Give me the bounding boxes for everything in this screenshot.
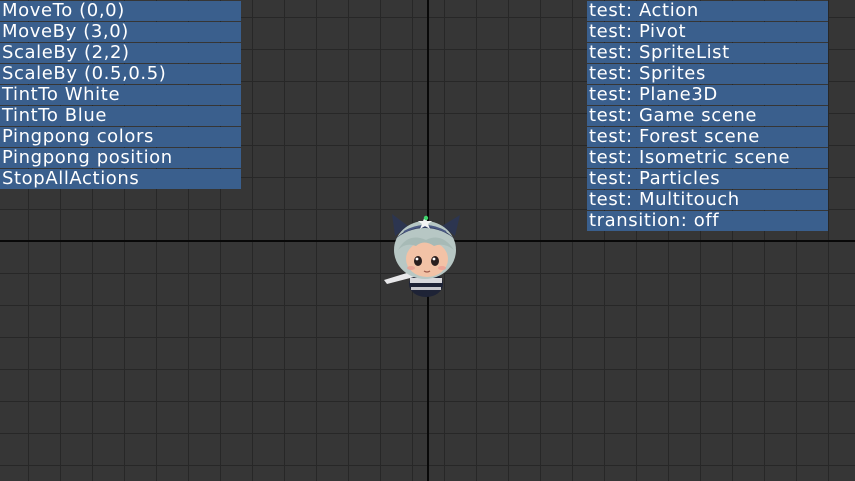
test-pivot-button[interactable]: test: Pivot [587,22,828,42]
tintto-white-button[interactable]: TintTo White [0,85,241,105]
transition-toggle-button[interactable]: transition: off [587,211,828,231]
test-game-scene-button[interactable]: test: Game scene [587,106,828,126]
test-forest-scene-button[interactable]: test: Forest scene [587,127,828,147]
game-canvas[interactable]: MoveTo (0,0) MoveBy (3,0) ScaleBy (2,2) … [0,0,855,481]
action-menu: MoveTo (0,0) MoveBy (3,0) ScaleBy (2,2) … [0,1,241,190]
chibi-character-sprite[interactable] [380,206,470,302]
moveby-button[interactable]: MoveBy (3,0) [0,22,241,42]
test-sprites-button[interactable]: test: Sprites [587,64,828,84]
test-spritelist-button[interactable]: test: SpriteList [587,43,828,63]
test-particles-button[interactable]: test: Particles [587,169,828,189]
pingpong-position-button[interactable]: Pingpong position [0,148,241,168]
tintto-blue-button[interactable]: TintTo Blue [0,106,241,126]
scaleby-down-button[interactable]: ScaleBy (0.5,0.5) [0,64,241,84]
test-plane3d-button[interactable]: test: Plane3D [587,85,828,105]
test-multitouch-button[interactable]: test: Multitouch [587,190,828,210]
scaleby-up-button[interactable]: ScaleBy (2,2) [0,43,241,63]
test-action-button[interactable]: test: Action [587,1,828,21]
stop-all-actions-button[interactable]: StopAllActions [0,169,241,189]
moveto-button[interactable]: MoveTo (0,0) [0,1,241,21]
pingpong-colors-button[interactable]: Pingpong colors [0,127,241,147]
test-scene-menu: test: Action test: Pivot test: SpriteLis… [587,1,828,232]
test-isometric-scene-button[interactable]: test: Isometric scene [587,148,828,168]
